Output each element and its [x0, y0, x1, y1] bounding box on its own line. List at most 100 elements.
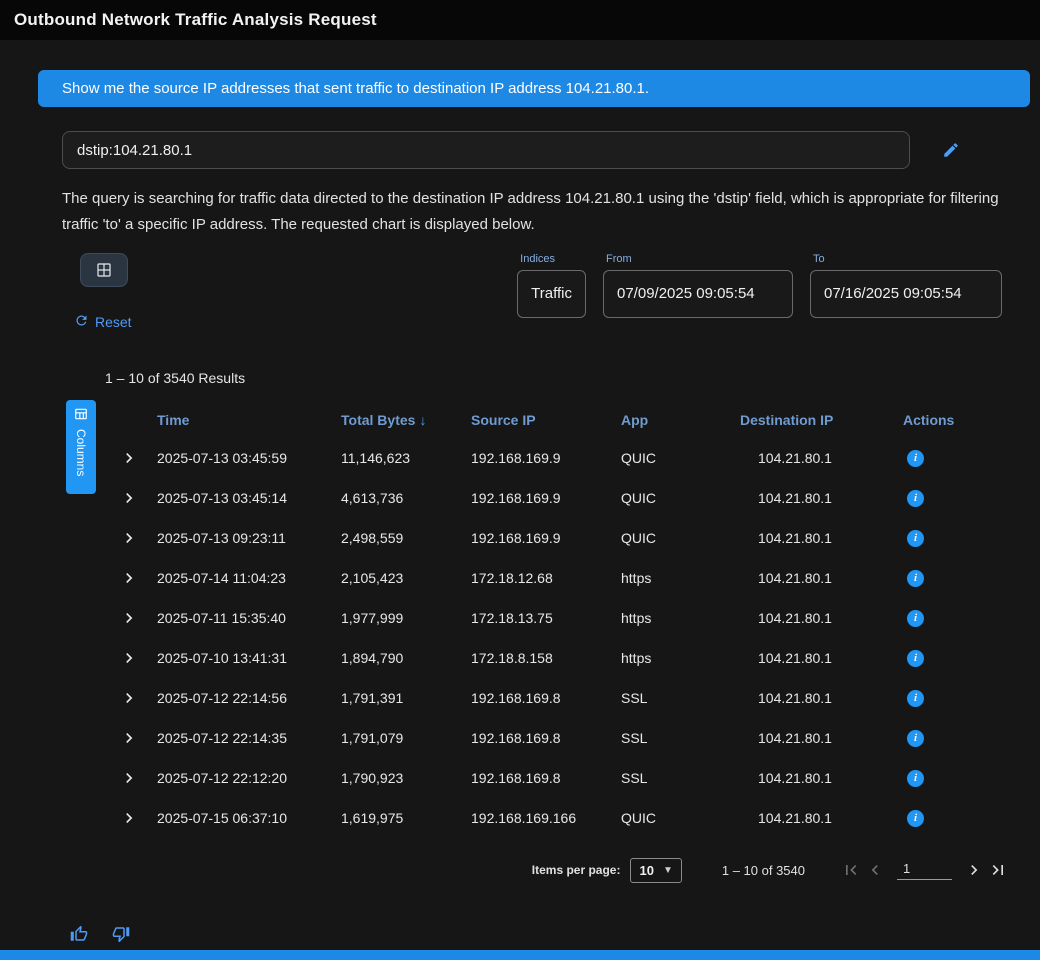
from-field: From 07/09/2025 09:05:54	[603, 253, 793, 332]
cell-app: QUIC	[621, 450, 740, 466]
expand-row-button[interactable]	[105, 568, 157, 588]
cell-app: https	[621, 570, 740, 586]
results-table: Columns Time Total Bytes↓ Source IP App …	[105, 402, 1010, 838]
expand-row-button[interactable]	[105, 688, 157, 708]
from-label: From	[606, 253, 793, 265]
header-source-ip[interactable]: Source IP	[471, 412, 621, 428]
prompt-banner: Show me the source IP addresses that sen…	[38, 70, 1030, 107]
refresh-icon	[74, 313, 89, 331]
cell-total-bytes: 2,498,559	[341, 530, 471, 546]
top-bar: Outbound Network Traffic Analysis Reques…	[0, 0, 1040, 40]
expand-row-button[interactable]	[105, 528, 157, 548]
edit-query-button[interactable]	[938, 137, 964, 163]
info-icon[interactable]: i	[907, 650, 924, 667]
chevron-right-icon	[119, 455, 139, 471]
indices-select[interactable]: Traffic	[517, 270, 586, 318]
header-total-bytes[interactable]: Total Bytes↓	[341, 412, 471, 428]
expand-row-button[interactable]	[105, 768, 157, 788]
to-label: To	[813, 253, 1002, 265]
cell-total-bytes: 1,977,999	[341, 610, 471, 626]
expand-row-button[interactable]	[105, 488, 157, 508]
columns-button-label: Columns	[74, 429, 88, 476]
cell-time: 2025-07-11 15:35:40	[157, 610, 341, 626]
info-icon[interactable]: i	[907, 570, 924, 587]
header-app[interactable]: App	[621, 412, 740, 428]
pagination-bar: Items per page: 10 ▼ 1 – 10 of 3540	[38, 858, 1010, 883]
info-icon[interactable]: i	[907, 730, 924, 747]
info-icon[interactable]: i	[907, 450, 924, 467]
controls-row: Reset Indices Traffic From 07/09/2025 09…	[62, 253, 1030, 332]
first-page-button[interactable]	[839, 858, 863, 882]
thumbs-up-button[interactable]	[70, 925, 88, 943]
header-actions: Actions	[903, 412, 1010, 428]
chevron-right-icon	[119, 695, 139, 711]
cell-time: 2025-07-15 06:37:10	[157, 810, 341, 826]
cell-destination-ip: 104.21.80.1	[740, 570, 903, 586]
indices-value: Traffic	[531, 285, 572, 302]
info-icon[interactable]: i	[907, 610, 924, 627]
header-time[interactable]: Time	[157, 412, 341, 428]
table-row: 2025-07-14 11:04:23 2,105,423 172.18.12.…	[105, 558, 1010, 598]
feedback-bar	[70, 925, 1030, 943]
expand-row-button[interactable]	[105, 608, 157, 628]
filter-fields: Indices Traffic From 07/09/2025 09:05:54…	[517, 253, 1002, 332]
expand-row-button[interactable]	[105, 808, 157, 828]
to-datetime-input[interactable]: 07/16/2025 09:05:54	[810, 270, 1002, 318]
cell-total-bytes: 1,619,975	[341, 810, 471, 826]
chevron-right-icon	[119, 815, 139, 831]
pencil-icon	[942, 147, 960, 162]
chevron-down-icon: ▼	[663, 865, 673, 876]
to-value: 07/16/2025 09:05:54	[824, 285, 962, 302]
chevron-right-icon	[119, 735, 139, 751]
cell-app: QUIC	[621, 530, 740, 546]
last-page-button[interactable]	[986, 858, 1010, 882]
last-page-icon	[988, 868, 1008, 883]
cell-destination-ip: 104.21.80.1	[740, 770, 903, 786]
info-icon[interactable]: i	[907, 690, 924, 707]
query-row	[62, 131, 1030, 169]
items-per-page-label: Items per page:	[532, 863, 621, 877]
main-content: Show me the source IP addresses that sen…	[0, 40, 1040, 943]
reset-button[interactable]: Reset	[68, 312, 138, 332]
cell-actions: i	[903, 488, 1010, 507]
expand-row-button[interactable]	[105, 648, 157, 668]
table-row: 2025-07-15 06:37:10 1,619,975 192.168.16…	[105, 798, 1010, 838]
table-row: 2025-07-13 09:23:11 2,498,559 192.168.16…	[105, 518, 1010, 558]
thumbs-down-icon	[112, 931, 130, 946]
cell-app: SSL	[621, 770, 740, 786]
info-icon[interactable]: i	[907, 770, 924, 787]
query-input[interactable]	[62, 131, 910, 169]
cell-time: 2025-07-13 03:45:59	[157, 450, 341, 466]
chart-type-button[interactable]	[80, 253, 128, 287]
columns-button[interactable]: Columns	[66, 400, 96, 494]
cell-destination-ip: 104.21.80.1	[740, 730, 903, 746]
cell-source-ip: 172.18.8.158	[471, 650, 621, 666]
next-page-button[interactable]	[962, 858, 986, 882]
items-per-page-select[interactable]: 10 ▼	[630, 858, 681, 883]
cell-total-bytes: 1,894,790	[341, 650, 471, 666]
cell-actions: i	[903, 768, 1010, 787]
cell-time: 2025-07-14 11:04:23	[157, 570, 341, 586]
info-icon[interactable]: i	[907, 530, 924, 547]
bottom-accent-bar	[0, 950, 1040, 960]
thumbs-down-button[interactable]	[112, 925, 130, 943]
info-icon[interactable]: i	[907, 490, 924, 507]
table-body: 2025-07-13 03:45:59 11,146,623 192.168.1…	[105, 438, 1010, 838]
cell-actions: i	[903, 808, 1010, 827]
header-destination-ip[interactable]: Destination IP	[740, 412, 903, 428]
cell-time: 2025-07-10 13:41:31	[157, 650, 341, 666]
sort-desc-icon: ↓	[419, 412, 426, 428]
cell-source-ip: 192.168.169.9	[471, 530, 621, 546]
previous-page-button[interactable]	[863, 858, 887, 882]
expand-row-button[interactable]	[105, 448, 157, 468]
cell-source-ip: 192.168.169.8	[471, 730, 621, 746]
expand-row-button[interactable]	[105, 728, 157, 748]
cell-source-ip: 192.168.169.9	[471, 490, 621, 506]
cell-total-bytes: 1,791,079	[341, 730, 471, 746]
info-icon[interactable]: i	[907, 810, 924, 827]
cell-source-ip: 172.18.12.68	[471, 570, 621, 586]
prompt-banner-text: Show me the source IP addresses that sen…	[62, 80, 649, 97]
page-number-input[interactable]	[897, 861, 952, 880]
table-row: 2025-07-12 22:14:56 1,791,391 192.168.16…	[105, 678, 1010, 718]
from-datetime-input[interactable]: 07/09/2025 09:05:54	[603, 270, 793, 318]
